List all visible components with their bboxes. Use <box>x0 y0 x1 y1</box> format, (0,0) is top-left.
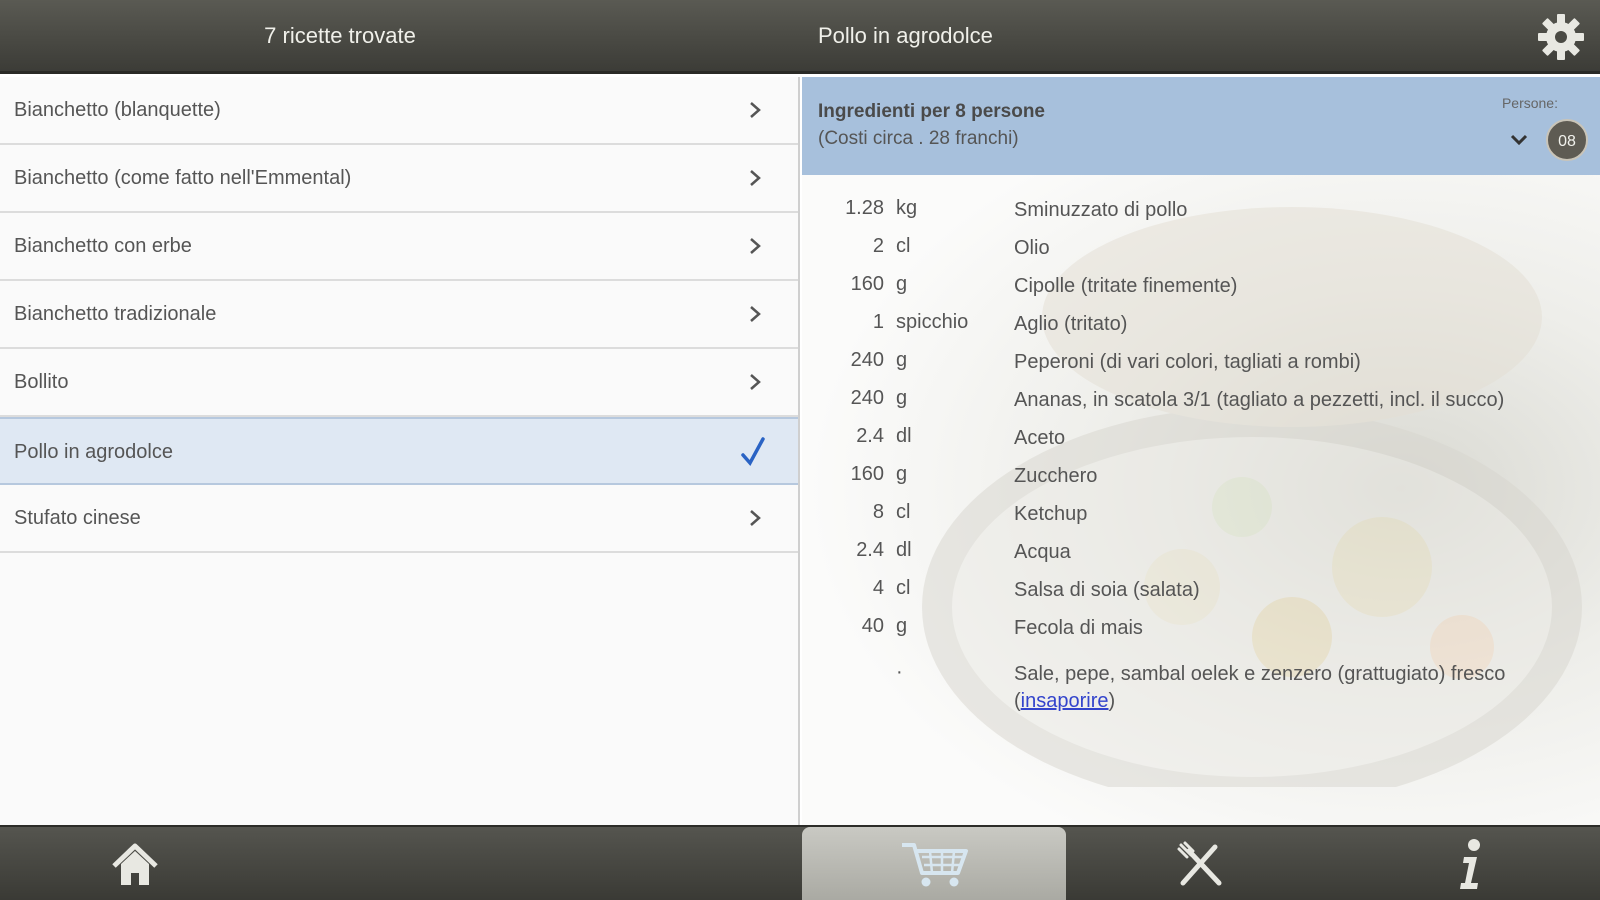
ingredient-row: 240 g Ananas, in scatola 3/1 (tagliato a… <box>802 387 1600 425</box>
chevron-right-icon <box>750 238 761 254</box>
ingredient-qty: 160 <box>850 273 884 295</box>
chevron-right-icon <box>750 170 761 186</box>
seasoning-text: Sale, pepe, sambal oelek e zenzero (grat… <box>1014 663 1506 685</box>
recipe-label: Bianchetto tradizionale <box>14 303 217 325</box>
ingredient-row: 4 cl Salsa di soia (salata) <box>802 577 1600 615</box>
recipe-detail-panel: Ingredienti per 8 persone (Costi circa .… <box>802 77 1600 825</box>
ingredient-row-seasoning: · Sale, pepe, sambal oelek e zenzero (gr… <box>802 661 1600 721</box>
recipe-list-item[interactable]: Stufato cinese <box>0 485 798 553</box>
bottom-nav-bar <box>0 825 1600 900</box>
ingredient-unit: g <box>896 463 908 485</box>
ingredient-row: 2.4 dl Acqua <box>802 539 1600 577</box>
recipe-label: Pollo in agrodolce <box>14 441 173 463</box>
ingredient-unit: cl <box>896 577 911 599</box>
recipe-list-item[interactable]: Bianchetto con erbe <box>0 213 798 281</box>
home-button[interactable] <box>60 827 210 900</box>
ingredient-unit: kg <box>896 197 918 219</box>
ingredient-qty: 1.28 <box>845 197 884 219</box>
ingredient-name: Acqua <box>1014 541 1071 563</box>
ingredient-unit: g <box>896 387 908 409</box>
ingredient-bullet: · <box>896 661 903 683</box>
info-button[interactable] <box>1400 827 1540 900</box>
ingredient-qty: 1 <box>872 311 884 333</box>
ingredient-row: 8 cl Ketchup <box>802 501 1600 539</box>
recipe-list-item[interactable]: Bianchetto (blanquette) <box>0 77 798 145</box>
cutlery-icon <box>1177 841 1222 886</box>
ingredient-row: 1.28 kg Sminuzzato di pollo <box>802 197 1600 235</box>
recipe-list-item[interactable]: Bollito <box>0 349 798 417</box>
ingredient-name: Peperoni (di vari colori, tagliati a rom… <box>1014 351 1361 373</box>
results-count-title: 7 ricette trovate <box>264 23 416 48</box>
ingredient-name: Olio <box>1014 237 1050 259</box>
ingredient-unit: dl <box>896 425 912 447</box>
ingredient-name: Ananas, in scatola 3/1 (tagliato a pezze… <box>1014 389 1505 411</box>
ingredient-qty: 40 <box>861 615 884 637</box>
ingredient-qty: 160 <box>850 463 884 485</box>
persons-selector[interactable]: 08 <box>1546 119 1588 161</box>
ingredient-row: 240 g Peperoni (di vari colori, tagliati… <box>802 349 1600 387</box>
ingredient-unit: cl <box>896 501 911 523</box>
ingredient-name: Aglio (tritato) <box>1014 313 1128 335</box>
gear-icon[interactable] <box>1536 12 1586 62</box>
ingredient-name: Ketchup <box>1014 503 1088 525</box>
ingredient-row: 2.4 dl Aceto <box>802 425 1600 463</box>
ingredients-heading: Ingredienti per 8 persone <box>818 101 1045 122</box>
home-icon <box>112 843 158 885</box>
recipe-list-item[interactable]: Bianchetto (come fatto nell'Emmental) <box>0 145 798 213</box>
ingredient-row: 160 g Cipolle (tritate finemente) <box>802 273 1600 311</box>
recipes-button[interactable] <box>1130 827 1270 900</box>
chevron-right-icon <box>750 102 761 118</box>
ingredient-qty: 8 <box>872 501 884 523</box>
cart-icon <box>902 843 968 887</box>
cost-estimate: (Costi circa . 28 franchi) <box>818 128 1019 149</box>
ingredient-row: 40 g Fecola di mais <box>802 615 1600 653</box>
ingredient-unit: g <box>896 349 908 371</box>
persons-label: Persone: <box>1501 95 1558 111</box>
ingredient-unit: dl <box>896 539 912 561</box>
recipe-label: Bianchetto (come fatto nell'Emmental) <box>14 167 352 189</box>
recipe-title: Pollo in agrodolce <box>818 23 993 48</box>
recipe-list-item[interactable]: Bianchetto tradizionale <box>0 281 798 349</box>
ingredient-unit: g <box>896 615 908 637</box>
chevron-right-icon <box>750 374 761 390</box>
chevron-right-icon <box>750 306 761 322</box>
recipe-label: Bianchetto con erbe <box>14 235 192 257</box>
recipe-list: Bianchetto (blanquette) Bianchetto (come… <box>0 77 800 825</box>
checkmark-icon <box>741 437 765 467</box>
link-paren-open: ( <box>1014 690 1021 712</box>
ingredient-name: Sale, pepe, sambal oelek e zenzero (grat… <box>1014 661 1584 715</box>
ingredient-unit: cl <box>896 235 911 257</box>
recipe-label: Stufato cinese <box>14 507 141 529</box>
ingredient-qty: 4 <box>872 577 884 599</box>
ingredient-name: Sminuzzato di pollo <box>1014 199 1188 221</box>
ingredient-qty: 2 <box>872 235 884 257</box>
ingredient-qty: 2.4 <box>856 425 884 447</box>
info-icon <box>1460 839 1480 889</box>
ingredient-qty: 240 <box>850 349 884 371</box>
insaporire-link[interactable]: insaporire <box>1021 690 1109 712</box>
ingredient-unit: spicchio <box>896 311 969 333</box>
shopping-cart-button[interactable] <box>802 827 1066 900</box>
ingredient-qty: 240 <box>850 387 884 409</box>
ingredient-unit: g <box>896 273 908 295</box>
ingredient-row: 160 g Zucchero <box>802 463 1600 501</box>
chevron-down-icon[interactable] <box>1508 129 1530 151</box>
ingredient-name: Aceto <box>1014 427 1066 449</box>
link-paren-close: ) <box>1108 690 1116 712</box>
ingredient-name: Zucchero <box>1014 465 1098 487</box>
recipe-label: Bollito <box>14 371 69 393</box>
ingredient-row: 1 spicchio Aglio (tritato) <box>802 311 1600 349</box>
ingredient-name: Fecola di mais <box>1014 617 1143 639</box>
recipe-list-item-selected[interactable]: Pollo in agrodolce <box>0 417 798 485</box>
chevron-right-icon <box>750 510 761 526</box>
ingredient-row: 2 cl Olio <box>802 235 1600 273</box>
top-bar: 7 ricette trovate Pollo in agrodolce <box>0 0 1600 74</box>
recipe-label: Bianchetto (blanquette) <box>14 99 221 121</box>
ingredient-name: Salsa di soia (salata) <box>1014 579 1200 601</box>
ingredients-header: Ingredienti per 8 persone (Costi circa .… <box>802 77 1600 175</box>
ingredient-name: Cipolle (tritate finemente) <box>1014 275 1238 297</box>
ingredient-qty: 2.4 <box>856 539 884 561</box>
